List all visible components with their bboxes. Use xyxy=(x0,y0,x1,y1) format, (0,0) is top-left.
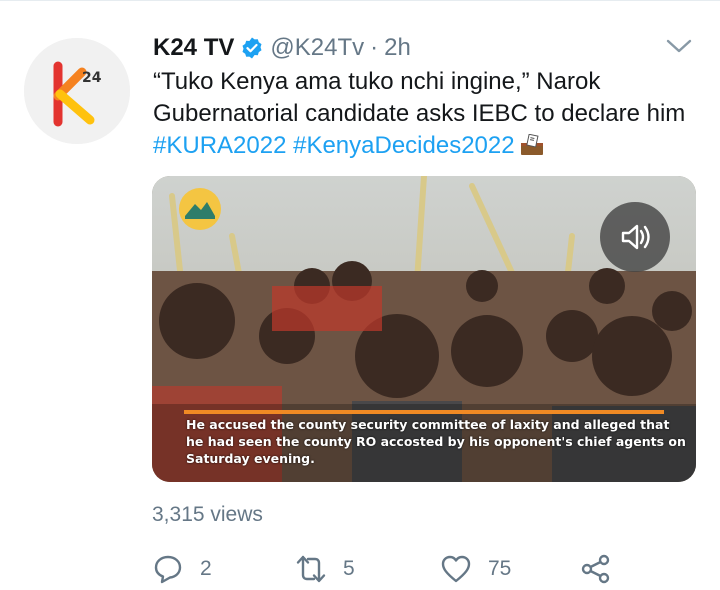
reply-count: 2 xyxy=(200,557,212,580)
share-icon xyxy=(581,554,610,584)
reply-button[interactable]: 2 xyxy=(152,552,212,586)
k24-logo-icon: 24 xyxy=(24,38,130,144)
chevron-down-icon[interactable] xyxy=(665,36,693,56)
hashtag-link[interactable]: #KURA2022 xyxy=(153,132,286,159)
heart-icon xyxy=(441,555,471,583)
action-bar: 2 5 75 xyxy=(152,552,622,586)
tweet-header: K24 TV @K24Tv · 2h xyxy=(153,33,411,63)
top-divider xyxy=(0,0,720,1)
retweet-count: 5 xyxy=(343,557,355,580)
channel-logo xyxy=(179,188,221,230)
avatar-k24-text: 24 xyxy=(82,70,102,86)
like-button[interactable]: 75 xyxy=(440,552,511,586)
hashtag-link[interactable]: #KenyaDecides2022 xyxy=(293,132,515,159)
like-count: 75 xyxy=(488,557,512,580)
volume-icon xyxy=(621,224,650,250)
ballot-box-icon xyxy=(520,134,543,155)
tweet-text: “Tuko Kenya ama tuko nchi ingine,” Narok… xyxy=(153,66,698,162)
view-count: 3,315 views xyxy=(152,503,263,526)
reply-icon xyxy=(154,555,182,584)
retweet-button[interactable]: 5 xyxy=(295,552,355,586)
subtitle-bar xyxy=(184,410,664,414)
tweet-timestamp[interactable]: 2h xyxy=(384,34,411,62)
video-player[interactable]: He accused the county security committee… xyxy=(152,176,696,482)
tweet-body: “Tuko Kenya ama tuko nchi ingine,” Narok… xyxy=(153,68,686,127)
author-handle[interactable]: @K24Tv xyxy=(270,34,364,62)
header-separator: · xyxy=(370,34,379,61)
mountain-logo-icon xyxy=(185,202,215,219)
retweet-icon xyxy=(296,555,326,583)
share-button[interactable] xyxy=(580,552,612,586)
mute-toggle-button[interactable] xyxy=(600,202,670,272)
author-avatar[interactable]: 24 xyxy=(24,38,130,144)
video-subtitle: He accused the county security committee… xyxy=(186,417,686,466)
verified-badge-icon xyxy=(242,37,262,59)
author-name[interactable]: K24 TV xyxy=(153,34,234,62)
